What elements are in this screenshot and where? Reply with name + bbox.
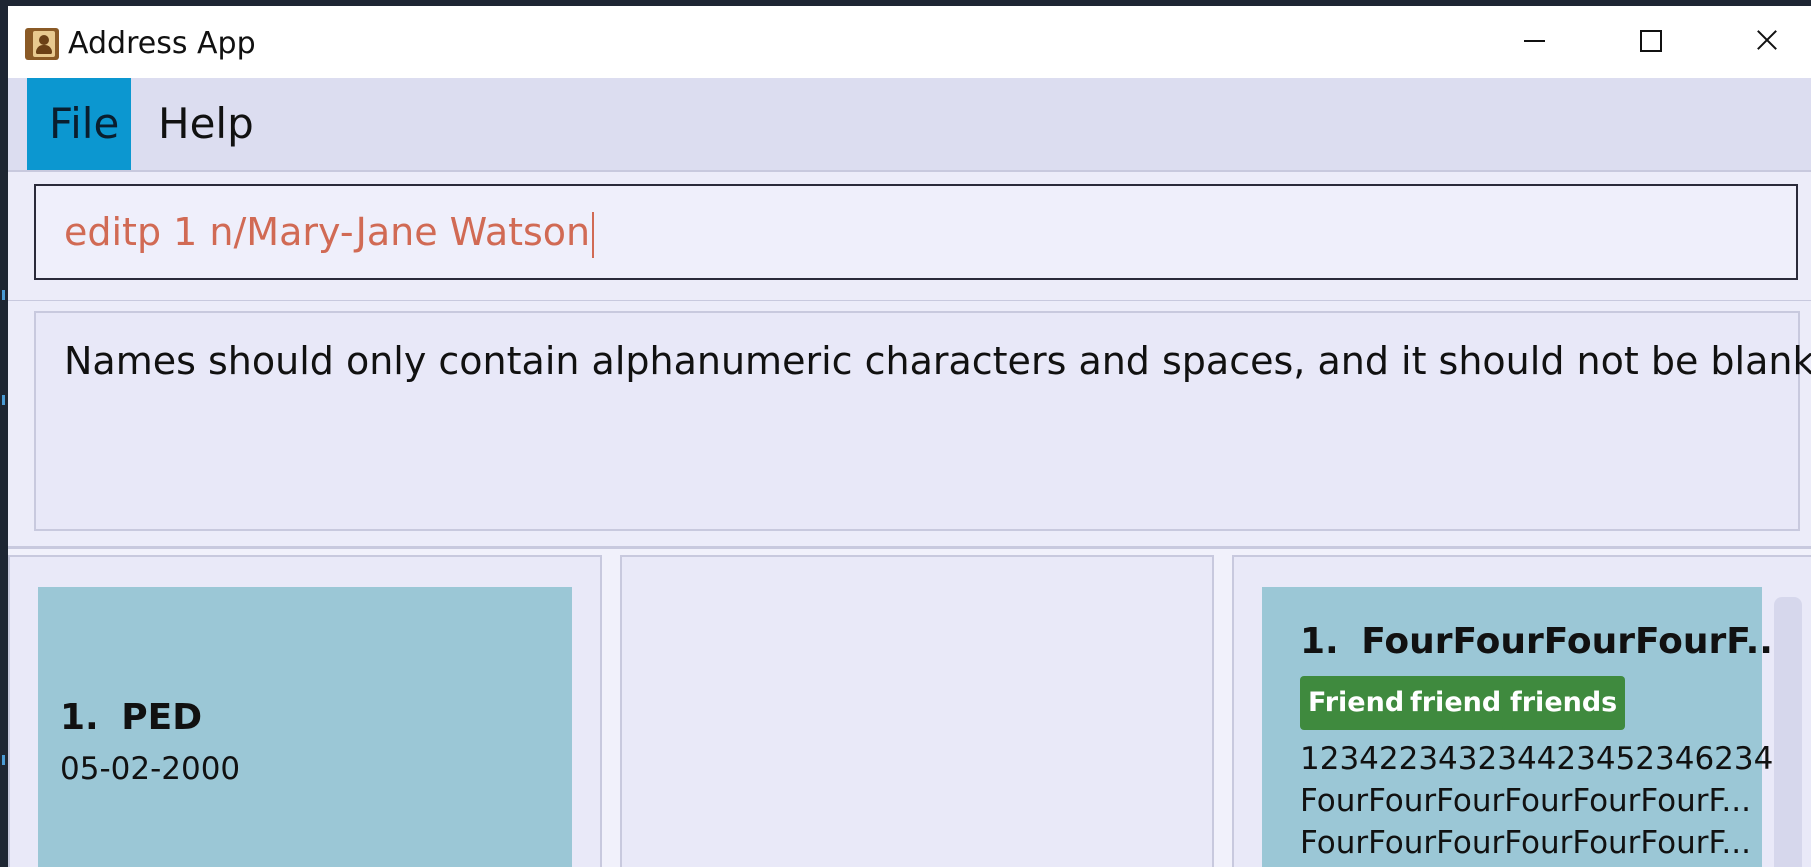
card-name: PED [121, 697, 203, 738]
result-area: Names should only contain alphanumeric c… [8, 301, 1811, 549]
address-book-icon [25, 28, 59, 60]
card-phone: 123422343234423452346234 [1300, 741, 1774, 777]
minimize-button[interactable] [1504, 20, 1564, 60]
tag-badge: friends [1502, 676, 1626, 730]
tag-badge: Friend [1300, 676, 1413, 730]
list-card[interactable]: 1. PED 05-02-2000 [38, 587, 572, 867]
result-message: Names should only contain alphanumeric c… [64, 339, 1811, 383]
card-index: 1. [60, 697, 99, 738]
command-area: editp 1 n/Mary-Jane Watson [8, 170, 1811, 303]
desktop-edge [0, 0, 8, 867]
menu-file[interactable]: File [27, 78, 131, 170]
maximize-button[interactable] [1620, 20, 1680, 60]
menu-bar: File Help [8, 78, 1811, 170]
desktop-mark [2, 290, 5, 300]
card-name: FourFourFourFourF... [1361, 621, 1787, 662]
right-list-panel: 1. FourFourFourFourF... Friend friend fr… [1232, 555, 1811, 867]
left-list-panel: 1. PED 05-02-2000 [8, 555, 602, 867]
result-display: Names should only contain alphanumeric c… [34, 311, 1811, 531]
middle-list-panel [620, 555, 1214, 867]
title-bar[interactable]: Address App [8, 6, 1811, 78]
app-window: Address App File Help editp 1 n/Mary-Jan… [8, 6, 1811, 867]
command-input[interactable]: editp 1 n/Mary-Jane Watson [34, 184, 1798, 280]
close-button[interactable] [1735, 20, 1795, 60]
minimize-icon [1524, 40, 1545, 42]
scrollbar[interactable] [1774, 597, 1802, 867]
card-detail: FourFourFourFourFourFourF... [1300, 825, 1751, 861]
list-card[interactable]: 1. FourFourFourFourF... Friend friend fr… [1262, 587, 1787, 867]
card-detail: FourFourFourFourFourFourF... [1300, 783, 1751, 819]
command-text: editp 1 n/Mary-Jane Watson [64, 210, 591, 254]
maximize-icon [1640, 30, 1662, 52]
card-date: 05-02-2000 [60, 751, 241, 787]
text-caret [592, 211, 595, 258]
tag-badge: friend [1402, 676, 1510, 730]
window-title: Address App [68, 26, 256, 61]
list-panels: 1. PED 05-02-2000 1. FourFourFourFourF..… [8, 549, 1811, 867]
desktop-mark [2, 755, 5, 765]
desktop-mark [2, 395, 5, 405]
card-index: 1. [1300, 621, 1339, 662]
menu-help[interactable]: Help [136, 78, 276, 170]
